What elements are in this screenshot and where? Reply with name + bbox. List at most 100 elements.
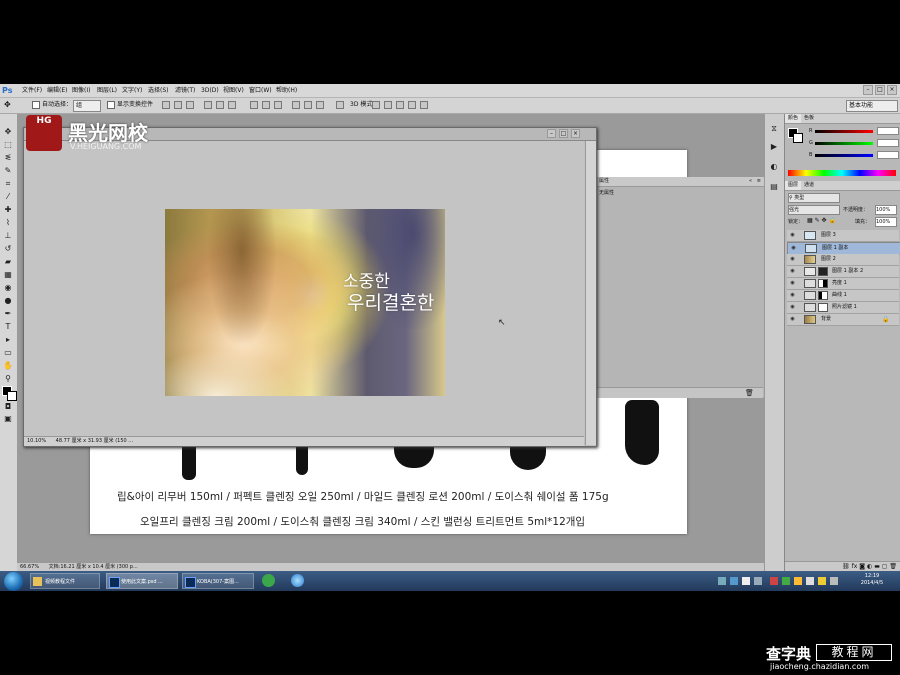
- eye-icon[interactable]: ◉: [789, 316, 796, 323]
- hand-tool-icon[interactable]: ✋: [3, 361, 13, 371]
- eye-icon[interactable]: ◉: [789, 256, 796, 263]
- layer-row[interactable]: ◉ 图层 2: [787, 254, 899, 266]
- eye-icon[interactable]: ◉: [789, 232, 796, 239]
- layer-row[interactable]: ◉ 照片滤镜 1: [787, 302, 899, 314]
- layer-row[interactable]: ◉ 图层 3: [787, 230, 899, 242]
- move-tool-icon[interactable]: ✥: [3, 127, 13, 137]
- minimize-icon[interactable]: –: [863, 85, 873, 95]
- align-right-icon[interactable]: [228, 101, 236, 109]
- move-tool-icon[interactable]: ✥: [4, 100, 11, 110]
- layer-row[interactable]: ◉ 图层 1 副本 2: [787, 266, 899, 278]
- menu-select[interactable]: 选择(S): [148, 84, 169, 97]
- layer-row[interactable]: ◉ 曲线 1: [787, 290, 899, 302]
- blur-tool-icon[interactable]: ◉: [3, 283, 13, 293]
- add-mask-icon[interactable]: ◙: [859, 563, 865, 570]
- layer-filter-dropdown[interactable]: ⚲ 类型: [788, 193, 840, 203]
- tray-icon[interactable]: [754, 577, 762, 585]
- history-panel-icon[interactable]: ⧖: [769, 124, 779, 134]
- volume-icon[interactable]: [830, 577, 838, 585]
- color-ramp[interactable]: [788, 170, 896, 176]
- link-layers-icon[interactable]: ⛓: [842, 563, 850, 570]
- maximize-icon[interactable]: □: [559, 129, 568, 138]
- background-swatch[interactable]: [793, 133, 803, 143]
- 3d-scale-icon[interactable]: [420, 101, 428, 109]
- menu-file[interactable]: 文件(F): [22, 84, 42, 97]
- tray-icon[interactable]: [718, 577, 726, 585]
- eye-icon[interactable]: ◉: [790, 245, 797, 252]
- lasso-tool-icon[interactable]: ᓬ: [3, 153, 13, 163]
- background-color-icon[interactable]: [7, 391, 17, 401]
- distribute-left-icon[interactable]: [292, 101, 300, 109]
- document-zoom[interactable]: 10.10%: [24, 438, 46, 444]
- minimize-icon[interactable]: –: [547, 129, 556, 138]
- app-green-icon[interactable]: [262, 574, 275, 587]
- r-value[interactable]: [877, 127, 899, 135]
- brush-tool-icon[interactable]: ⌇: [3, 218, 13, 228]
- tray-icon[interactable]: [742, 577, 750, 585]
- distribute-right-icon[interactable]: [316, 101, 324, 109]
- adjustments-panel-icon[interactable]: ◐: [769, 162, 779, 172]
- stamp-tool-icon[interactable]: ⊥: [3, 231, 13, 241]
- lock-icons[interactable]: ▦ ✎ ✥ 🔒: [807, 217, 836, 224]
- screen-mode-icon[interactable]: ▣: [3, 414, 13, 424]
- actions-panel-icon[interactable]: ▶: [769, 142, 779, 152]
- document-window[interactable]: – □ × 소중한 우리결혼한 ↖ 10.10% 48.77 厘米 x 31.9…: [23, 127, 597, 447]
- auto-align-icon[interactable]: [336, 101, 344, 109]
- eyedropper-tool-icon[interactable]: ⁄: [3, 192, 13, 202]
- shape-tool-icon[interactable]: ▭: [3, 348, 13, 358]
- adjustment-layer-icon[interactable]: ◐: [867, 563, 872, 570]
- distribute-hcenter-icon[interactable]: [304, 101, 312, 109]
- fx-icon[interactable]: fx: [852, 563, 858, 570]
- distribute-top-icon[interactable]: [250, 101, 258, 109]
- crop-tool-icon[interactable]: ⌗: [3, 179, 13, 189]
- blend-mode-dropdown[interactable]: 强光: [788, 205, 840, 215]
- path-select-tool-icon[interactable]: ▸: [3, 335, 13, 345]
- menu-window[interactable]: 窗口(W): [249, 84, 272, 97]
- menu-help[interactable]: 帮助(H): [276, 84, 297, 97]
- tab-layers[interactable]: 图层: [785, 181, 802, 190]
- trash-icon[interactable]: 🗑: [889, 563, 897, 570]
- globe-icon[interactable]: [291, 574, 304, 587]
- distribute-vcenter-icon[interactable]: [262, 101, 270, 109]
- 3d-rotate-icon[interactable]: [372, 101, 380, 109]
- zoom-tool-icon[interactable]: ⚲: [3, 374, 13, 384]
- align-top-icon[interactable]: [162, 101, 170, 109]
- eye-icon[interactable]: ◉: [789, 268, 796, 275]
- tray-icon[interactable]: [818, 577, 826, 585]
- maximize-icon[interactable]: □: [875, 85, 885, 95]
- eraser-tool-icon[interactable]: ▰: [3, 257, 13, 267]
- close-icon[interactable]: ×: [887, 85, 897, 95]
- workspace-dropdown[interactable]: 基本功能: [846, 100, 898, 112]
- eye-icon[interactable]: ◉: [789, 280, 796, 287]
- system-clock[interactable]: 12:19 2014/4/5: [850, 573, 894, 587]
- b-value[interactable]: [877, 151, 899, 159]
- menu-image[interactable]: 图像(I): [72, 84, 90, 97]
- menu-type[interactable]: 文字(Y): [122, 84, 142, 97]
- tab-swatches[interactable]: 色板: [801, 114, 817, 123]
- layer-row[interactable]: ◉ 亮度 1: [787, 278, 899, 290]
- tray-icon[interactable]: [794, 577, 802, 585]
- main-zoom[interactable]: 66.67%: [17, 564, 39, 570]
- align-hcenter-icon[interactable]: [216, 101, 224, 109]
- eye-icon[interactable]: ◉: [789, 304, 796, 311]
- menu-edit[interactable]: 编辑(E): [47, 84, 67, 97]
- g-slider[interactable]: [815, 142, 873, 145]
- dodge-tool-icon[interactable]: ●: [3, 296, 13, 306]
- show-transform-checkbox[interactable]: 显示变换控件: [107, 100, 153, 110]
- 3d-roll-icon[interactable]: [384, 101, 392, 109]
- menu-layer[interactable]: 图层(L): [97, 84, 117, 97]
- marquee-tool-icon[interactable]: ⬚: [3, 140, 13, 150]
- gradient-tool-icon[interactable]: ▦: [3, 270, 13, 280]
- r-slider[interactable]: [815, 130, 873, 133]
- 3d-slide-icon[interactable]: [408, 101, 416, 109]
- quick-mask-icon[interactable]: ◘: [3, 402, 13, 412]
- 3d-pan-icon[interactable]: [396, 101, 404, 109]
- healing-tool-icon[interactable]: ✚: [3, 205, 13, 215]
- close-icon[interactable]: ×: [571, 129, 580, 138]
- auto-select-checkbox[interactable]: 自动选择：: [32, 100, 72, 110]
- panel-menu-icon[interactable]: ≡: [757, 177, 761, 186]
- tab-properties[interactable]: 属性: [596, 178, 609, 184]
- opacity-input[interactable]: 100%: [875, 205, 897, 215]
- new-group-icon[interactable]: ▬: [874, 563, 880, 570]
- tray-icon[interactable]: [782, 577, 790, 585]
